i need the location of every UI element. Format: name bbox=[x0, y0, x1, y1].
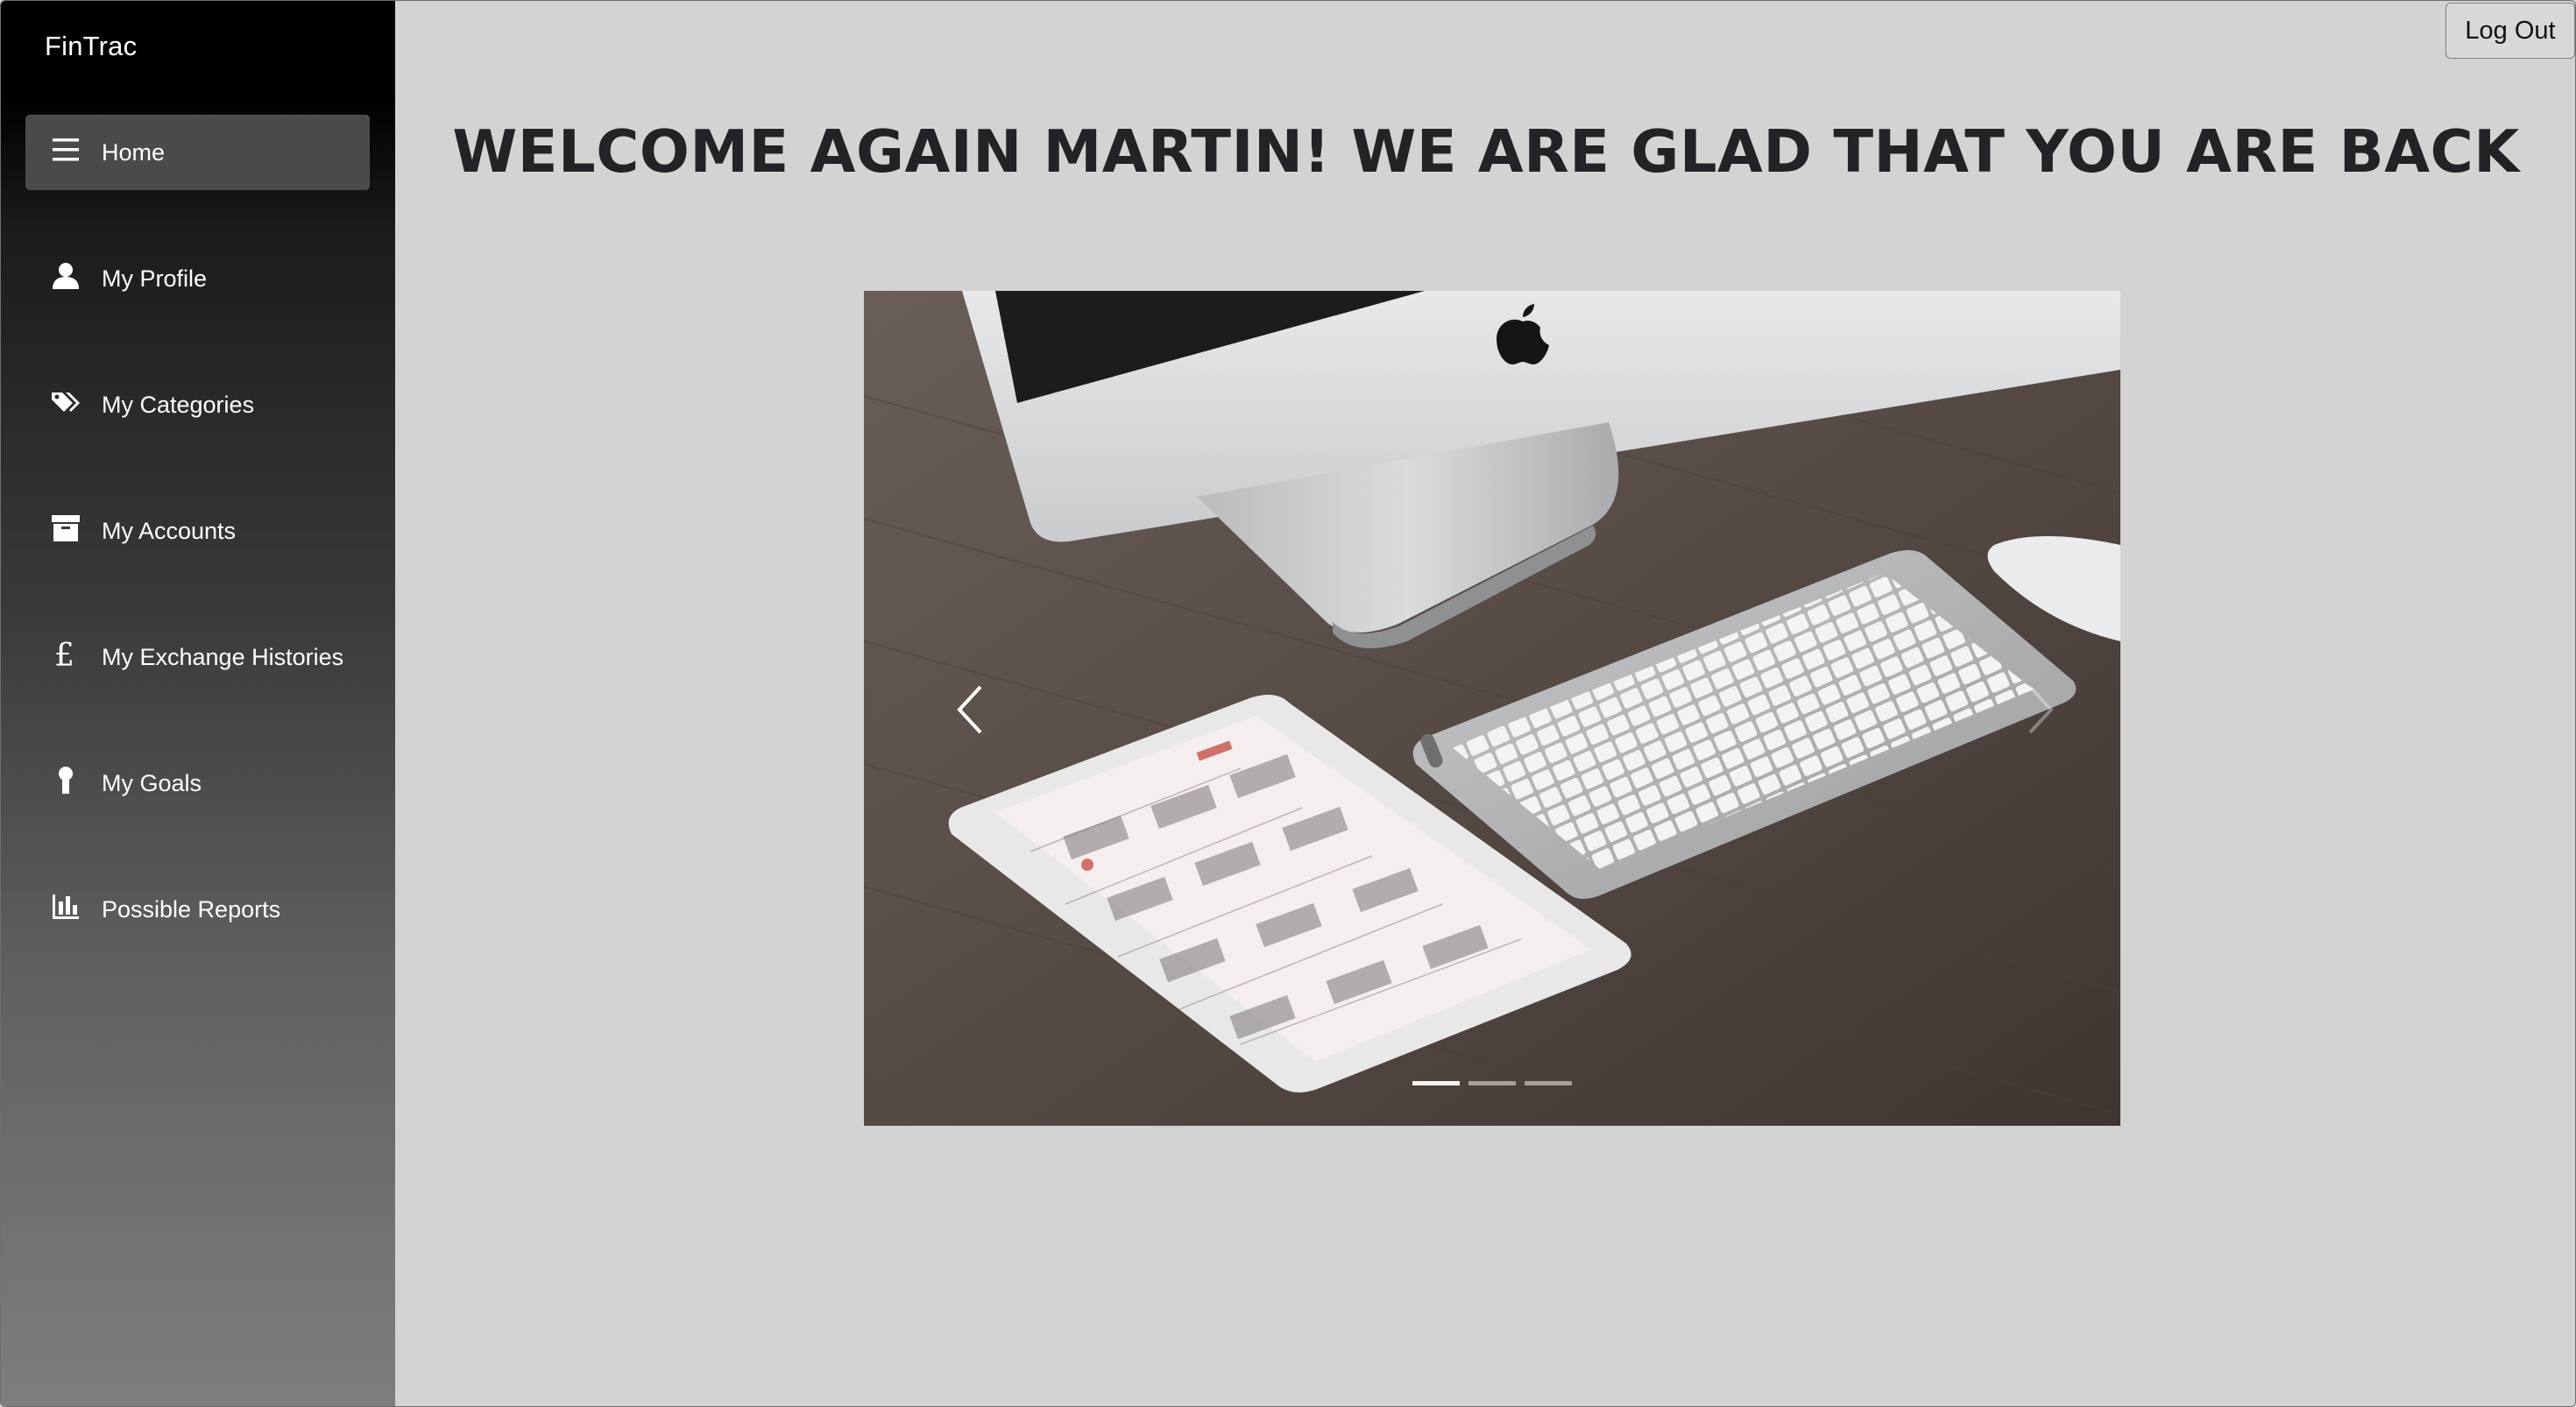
brand-logo[interactable]: FinTrac bbox=[45, 31, 137, 62]
image-carousel bbox=[864, 291, 2120, 1126]
carousel-slide-image bbox=[864, 291, 2120, 1126]
sidebar-item-label: My Categories bbox=[102, 392, 255, 418]
carousel-next-button[interactable] bbox=[2015, 659, 2068, 764]
bar-chart-icon bbox=[48, 889, 83, 924]
sidebar-item-label: My Profile bbox=[102, 265, 208, 292]
carousel-indicator-1[interactable] bbox=[1412, 1081, 1460, 1085]
carousel-previous-button[interactable] bbox=[943, 659, 995, 764]
menu-icon bbox=[48, 132, 83, 167]
sidebar-item-label: Possible Reports bbox=[102, 896, 281, 923]
sidebar-item-possible-reports[interactable]: Possible Reports bbox=[25, 872, 370, 947]
award-icon bbox=[48, 763, 83, 798]
carousel-indicator-3[interactable] bbox=[1525, 1081, 1572, 1085]
chevron-left-icon bbox=[954, 683, 984, 740]
carousel-indicator-2[interactable] bbox=[1468, 1081, 1516, 1085]
chevron-right-icon bbox=[2027, 683, 2056, 740]
app-window: FinTrac Home My Profile My Categories My… bbox=[0, 0, 2576, 1407]
sidebar-item-label: My Exchange Histories bbox=[102, 644, 344, 670]
sidebar-item-my-goals[interactable]: My Goals bbox=[25, 746, 370, 821]
user-icon bbox=[48, 258, 83, 293]
archive-icon bbox=[48, 511, 83, 546]
sidebar-item-my-accounts[interactable]: My Accounts bbox=[25, 493, 370, 569]
sidebar-item-label: Home bbox=[102, 139, 166, 166]
sidebar-item-my-categories[interactable]: My Categories bbox=[25, 367, 370, 442]
sidebar-item-my-exchange-histories[interactable]: £ My Exchange Histories bbox=[25, 619, 370, 695]
pound-icon: £ bbox=[48, 637, 83, 672]
carousel-indicators bbox=[864, 1081, 2120, 1085]
sidebar-item-label: My Accounts bbox=[102, 518, 237, 544]
tags-icon bbox=[48, 385, 83, 420]
sidebar-item-my-profile[interactable]: My Profile bbox=[25, 241, 370, 316]
sidebar-item-label: My Goals bbox=[102, 770, 202, 796]
svg-text:£: £ bbox=[54, 639, 74, 670]
page-title: WELCOME AGAIN MARTIN! WE ARE GLAD THAT Y… bbox=[452, 117, 2520, 186]
sidebar: FinTrac Home My Profile My Categories My… bbox=[1, 1, 395, 1406]
sidebar-item-home[interactable]: Home bbox=[25, 115, 370, 190]
logout-button[interactable]: Log Out bbox=[2445, 3, 2575, 59]
